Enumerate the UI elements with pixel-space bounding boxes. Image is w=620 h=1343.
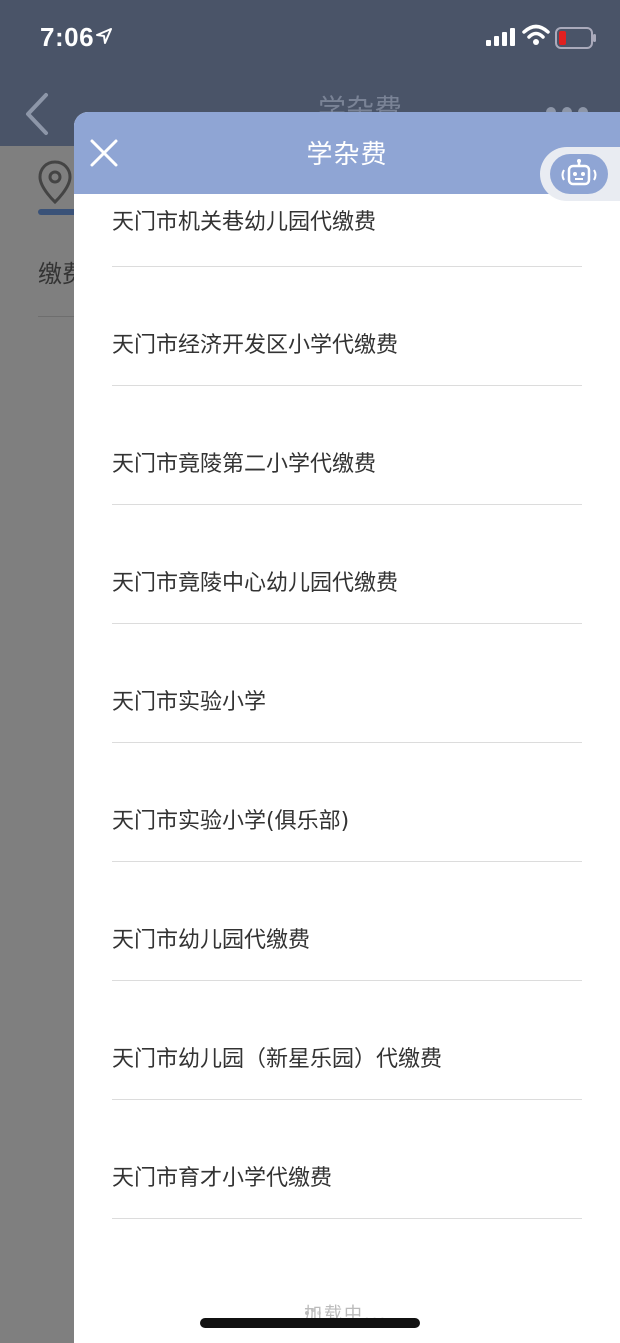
- sheet-header: 学杂费: [74, 112, 620, 194]
- wifi-icon: [522, 24, 550, 45]
- list-item[interactable]: 天门市经济开发区小学代缴费: [112, 267, 582, 386]
- school-list: 天门市机关巷幼儿园代缴费 天门市经济开发区小学代缴费 天门市竟陵第二小学代缴费 …: [112, 194, 582, 1219]
- list-item[interactable]: 天门市竟陵中心幼儿园代缴费: [112, 505, 582, 624]
- status-time: 7:06: [40, 22, 95, 52]
- list-item[interactable]: 天门市实验小学(俱乐部): [112, 743, 582, 862]
- list-item[interactable]: 天门市竟陵第二小学代缴费: [112, 386, 582, 505]
- assistant-button-inner: [550, 154, 608, 194]
- list-item[interactable]: 天门市幼儿园代缴费: [112, 862, 582, 981]
- background-divider: [38, 316, 78, 317]
- sheet-title: 学杂费: [306, 140, 388, 170]
- location-pin-icon: [38, 160, 72, 204]
- list-item[interactable]: 天门市幼儿园（新星乐园）代缴费: [112, 981, 582, 1100]
- assistant-button[interactable]: [540, 147, 620, 201]
- list-item[interactable]: 天门市实验小学: [112, 624, 582, 743]
- robot-icon: [561, 159, 597, 186]
- list-item[interactable]: 天门市机关巷幼儿园代缴费: [112, 194, 582, 267]
- school-fee-sheet: 学杂费 天门市机关巷幼儿园代缴费 天门市经济开发区小学代缴费 天门市竟陵第二小学…: [74, 112, 620, 1343]
- location-arrow-icon: [96, 28, 112, 44]
- list-item[interactable]: 天门市育才小学代缴费: [112, 1100, 582, 1219]
- cellular-signal-icon: [486, 28, 515, 46]
- battery-icon: [555, 27, 596, 49]
- status-bar: 7:06: [0, 0, 620, 80]
- home-indicator: [200, 1318, 420, 1328]
- background-tab-indicator: [38, 209, 78, 215]
